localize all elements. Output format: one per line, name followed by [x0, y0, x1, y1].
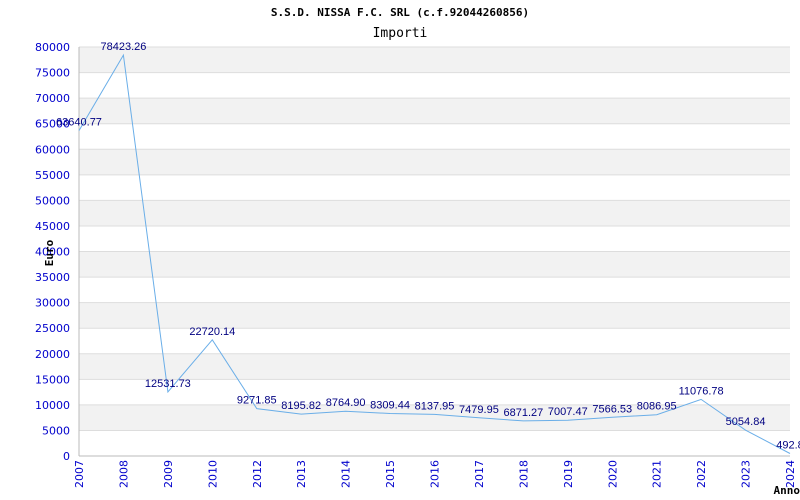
grid-band [79, 47, 790, 73]
y-tick-label: 75000 [35, 67, 70, 80]
data-label: 7566.53 [592, 403, 632, 415]
x-tick-label: 2008 [117, 460, 130, 488]
y-tick-label: 25000 [35, 322, 70, 335]
data-label: 8764.90 [326, 397, 366, 409]
grid-band [79, 98, 790, 124]
x-tick-label: 2023 [740, 460, 753, 488]
grid-band [79, 251, 790, 278]
data-label: 63640.77 [56, 117, 102, 129]
grid-band [79, 353, 790, 380]
line-chart: 0500010000150002000025000300003500040000… [35, 41, 800, 497]
y-tick-label: 70000 [35, 92, 70, 105]
data-label: 492.8 [776, 439, 800, 451]
x-tick-label: 2012 [251, 460, 264, 488]
y-tick-label: 30000 [35, 297, 70, 310]
data-label: 7007.47 [548, 406, 588, 418]
x-tick-label: 2021 [651, 460, 664, 488]
x-tick-label: 2009 [162, 460, 175, 488]
x-tick-label: 2013 [295, 460, 308, 488]
x-tick-label: 2007 [73, 460, 86, 488]
x-tick-label: 2019 [562, 460, 575, 488]
y-tick-label: 5000 [42, 424, 70, 437]
grid-band [79, 302, 790, 329]
y-tick-label: 45000 [35, 220, 70, 233]
x-axis-title: Anno [774, 484, 800, 497]
x-tick-label: 2015 [384, 460, 397, 488]
x-tick-label: 2022 [695, 460, 708, 488]
y-tick-label: 0 [63, 450, 70, 463]
grid-band [79, 200, 790, 226]
data-label: 8137.95 [415, 400, 455, 412]
y-tick-label: 10000 [35, 399, 70, 412]
y-tick-label: 60000 [35, 143, 70, 156]
data-label: 5054.84 [726, 416, 766, 428]
y-tick-label: 55000 [35, 169, 70, 182]
y-tick-label: 20000 [35, 348, 70, 361]
grid-band [79, 149, 790, 175]
x-tick-label: 2014 [340, 460, 353, 488]
data-label: 9271.85 [237, 395, 277, 407]
x-tick-label: 2018 [517, 460, 530, 488]
x-tick-label: 2010 [206, 460, 219, 488]
data-label: 8086.95 [637, 401, 677, 413]
y-tick-label: 80000 [35, 41, 70, 54]
y-tick-label: 50000 [35, 194, 70, 207]
y-axis-title: Euro [43, 239, 56, 266]
data-label: 11076.78 [679, 385, 724, 397]
x-tick-label: 2016 [429, 460, 442, 488]
data-label: 78423.26 [100, 41, 146, 53]
data-label: 8309.44 [370, 400, 410, 412]
x-tick-label: 2017 [473, 460, 486, 488]
x-axis: 2007 2008 2009 2010 2012 2013 2014 2015 2016 2017… [73, 460, 797, 488]
y-tick-label: 15000 [35, 373, 70, 386]
y-tick-label: 35000 [35, 271, 70, 284]
data-label: 22720.14 [189, 326, 235, 338]
data-label: 7479.95 [459, 404, 499, 416]
x-tick-label: 2020 [606, 460, 619, 488]
data-label: 8195.82 [281, 400, 321, 412]
data-label: 6871.27 [503, 407, 543, 419]
data-label: 12531.73 [145, 378, 191, 390]
